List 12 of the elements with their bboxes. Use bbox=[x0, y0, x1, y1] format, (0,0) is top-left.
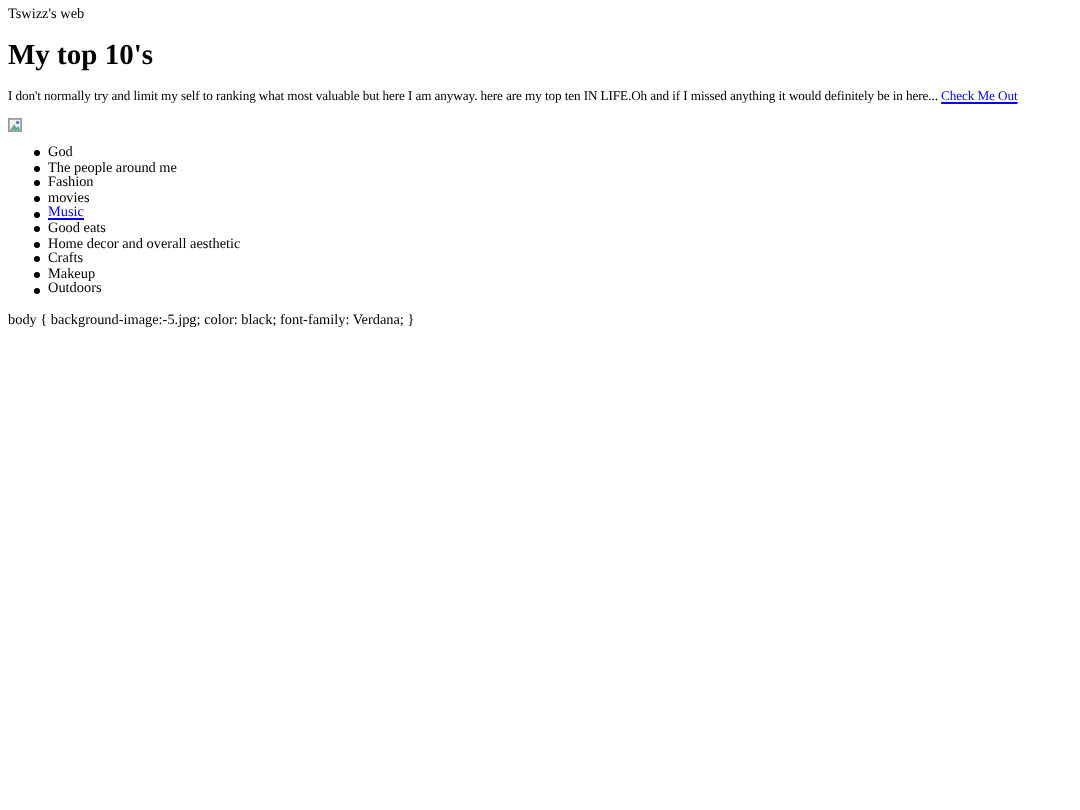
bullet-icon bbox=[34, 287, 40, 294]
bullet-icon bbox=[34, 180, 40, 187]
bullet-icon bbox=[34, 272, 40, 279]
bullet-icon bbox=[34, 150, 40, 157]
page-heading: My top 10's bbox=[8, 38, 153, 74]
bullet-icon bbox=[34, 196, 40, 203]
broken-image-icon bbox=[8, 118, 22, 132]
bullet-icon bbox=[34, 226, 40, 233]
bullet-icon bbox=[34, 241, 40, 248]
bullet-icon bbox=[34, 165, 40, 172]
bullet-icon bbox=[34, 211, 40, 218]
bullet-icon bbox=[34, 256, 40, 263]
